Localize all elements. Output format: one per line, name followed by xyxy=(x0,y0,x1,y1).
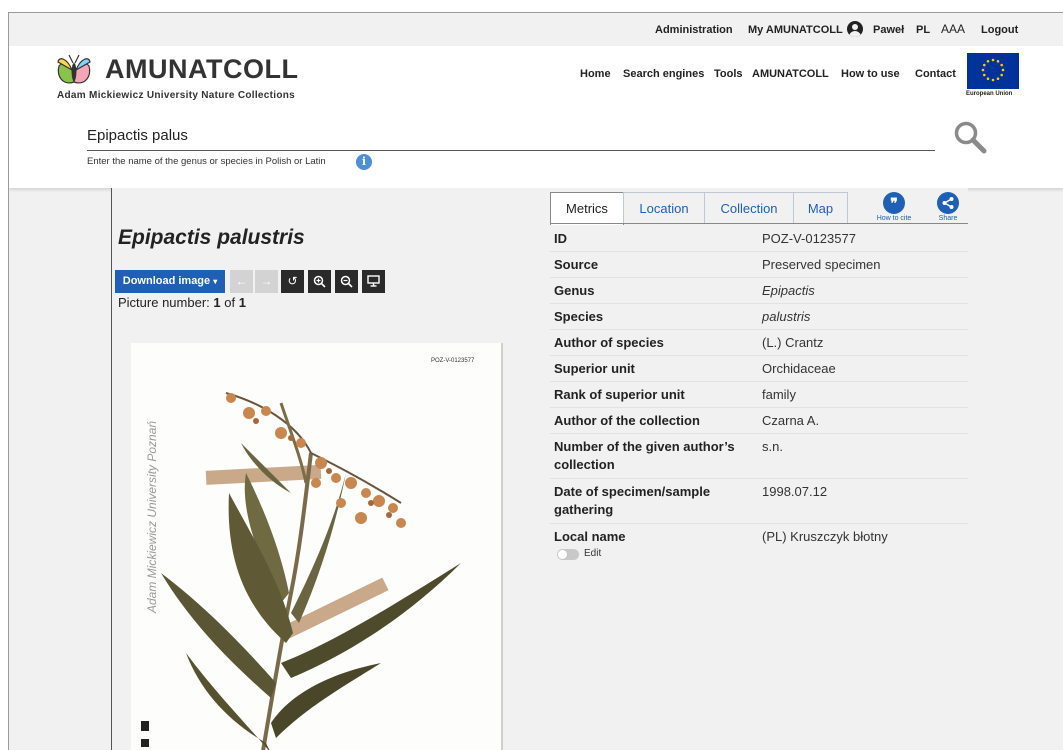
rotate-icon[interactable]: ↺ xyxy=(281,270,304,293)
monitor-icon[interactable] xyxy=(362,270,385,293)
tabs-underline xyxy=(550,223,968,224)
nav-search-engines[interactable]: Search engines xyxy=(623,68,704,80)
metric-key: Date of specimen/sample gathering xyxy=(554,484,711,517)
picture-total: 1 xyxy=(238,295,246,310)
metric-key: Source xyxy=(554,257,599,272)
edit-toggle-label: Edit xyxy=(584,548,602,559)
metric-value: POZ-V-0123577 xyxy=(762,231,856,246)
how-to-cite-label: How to cite xyxy=(876,215,912,222)
zoom-out-icon[interactable] xyxy=(335,270,358,293)
nav-tools[interactable]: Tools xyxy=(714,68,743,80)
specimen-content: Epipactis palustris Download image ▾ ← →… xyxy=(111,188,968,750)
metric-key: Rank of superior unit xyxy=(554,387,685,402)
download-image-button[interactable]: Download image ▾ xyxy=(115,270,225,293)
metric-value: s.n. xyxy=(762,439,783,454)
table-row: Local name (PL) Kruszczyk błotny xyxy=(550,524,968,549)
share-button[interactable]: Share xyxy=(928,192,968,222)
arrow-left-icon[interactable]: ← xyxy=(230,270,253,293)
user-icon[interactable] xyxy=(847,21,863,37)
table-row: ID POZ-V-0123577 xyxy=(550,226,968,252)
picture-number-label: Picture number: xyxy=(118,295,210,310)
plant-illustration xyxy=(141,392,461,750)
my-amunatcoll-link[interactable]: My AMUNATCOLL xyxy=(748,24,843,36)
arrow-right-icon[interactable]: → xyxy=(255,270,278,293)
table-row: Species palustris xyxy=(550,304,968,330)
search-hint: Enter the name of the genus or species i… xyxy=(87,156,326,167)
specimen-image[interactable]: POZ-V-0123577 Adam Mickiewicz University… xyxy=(131,343,503,750)
metric-value: Orchidaceae xyxy=(762,361,836,376)
share-label: Share xyxy=(938,215,958,222)
table-row: Source Preserved specimen xyxy=(550,252,968,278)
eu-label: European Union xyxy=(966,91,1013,97)
nav-contact[interactable]: Contact xyxy=(915,68,956,80)
table-row: Rank of superior unit family xyxy=(550,382,968,408)
how-to-cite-button[interactable]: ❞ How to cite xyxy=(874,192,914,222)
toggle-knob xyxy=(558,550,567,559)
metric-value: family xyxy=(762,387,796,402)
species-title: Epipactis palustris xyxy=(118,226,305,249)
site-header: AMUNATCOLL Adam Mickiewicz University Na… xyxy=(9,46,1063,188)
user-name-link[interactable]: Paweł xyxy=(873,24,904,36)
edit-toggle[interactable] xyxy=(557,549,579,560)
picture-of: of xyxy=(224,295,236,310)
table-row: Date of specimen/sample gathering 1998.07… xyxy=(550,479,968,524)
tab-map[interactable]: Map xyxy=(793,192,848,224)
amunatcoll-logo-icon[interactable] xyxy=(55,52,93,88)
metric-value: Czarna A. xyxy=(762,413,820,428)
metric-key: Number of the given author’s collection xyxy=(554,439,735,472)
table-row: Superior unit Orchidaceae xyxy=(550,356,968,382)
metric-key: Local name xyxy=(554,529,626,544)
nav-home[interactable]: Home xyxy=(580,68,611,80)
metric-value: Preserved specimen xyxy=(762,257,881,272)
table-row: Author of the collection Czarna A. xyxy=(550,408,968,434)
table-row: Number of the given author’s collection s… xyxy=(550,434,968,479)
page-frame: Administration My AMUNATCOLL Paweł PL AA… xyxy=(8,12,1063,750)
brand-subtitle: Adam Mickiewicz University Nature Collec… xyxy=(57,90,296,101)
picture-current: 1 xyxy=(213,295,221,310)
brand-title[interactable]: AMUNATCOLL xyxy=(105,54,298,85)
metric-key: Genus xyxy=(554,283,595,298)
metric-key: Author of the collection xyxy=(554,413,700,428)
nav-amunatcoll[interactable]: AMUNATCOLL xyxy=(752,68,829,80)
logout-link[interactable]: Logout xyxy=(981,24,1018,36)
metric-value: (PL) Kruszczyk błotny xyxy=(762,529,888,544)
administration-link[interactable]: Administration xyxy=(655,24,733,36)
share-icon xyxy=(937,192,959,214)
tab-metrics[interactable]: Metrics xyxy=(550,192,624,225)
metric-key: Superior unit xyxy=(554,361,635,376)
metric-value: palustris xyxy=(762,309,811,324)
species-search-input[interactable] xyxy=(87,120,935,151)
download-image-label: Download image xyxy=(122,275,211,287)
table-row: Author of species (L.) Crantz xyxy=(550,330,968,356)
metric-value: (L.) Crantz xyxy=(762,335,824,350)
nav-how-to-use[interactable]: How to use xyxy=(841,68,900,80)
top-utility-bar: Administration My AMUNATCOLL Paweł PL AA… xyxy=(9,13,1063,46)
zoom-in-icon[interactable] xyxy=(308,270,331,293)
metrics-table: ID POZ-V-0123577 Source Preserved specimen… xyxy=(550,226,968,549)
caret-down-icon: ▾ xyxy=(213,277,218,286)
search-icon[interactable] xyxy=(953,120,987,154)
quote-bubble-icon: ❞ xyxy=(883,192,905,214)
info-icon[interactable]: i xyxy=(356,154,372,170)
picture-number: Picture number: 1 of 1 xyxy=(118,295,246,310)
tab-location[interactable]: Location xyxy=(623,192,705,224)
metric-value: Epipactis xyxy=(762,283,815,298)
metric-key: ID xyxy=(554,231,567,246)
metric-key: Species xyxy=(554,309,604,324)
metric-value: 1998.07.12 xyxy=(762,484,828,499)
tab-collection[interactable]: Collection xyxy=(704,192,794,224)
eu-flag-icon xyxy=(967,53,1019,89)
language-switch[interactable]: PL xyxy=(916,24,930,36)
metric-key: Author of species xyxy=(554,335,664,350)
font-size-switch[interactable]: AAA xyxy=(941,22,965,36)
table-row: Genus Epipactis xyxy=(550,278,968,304)
